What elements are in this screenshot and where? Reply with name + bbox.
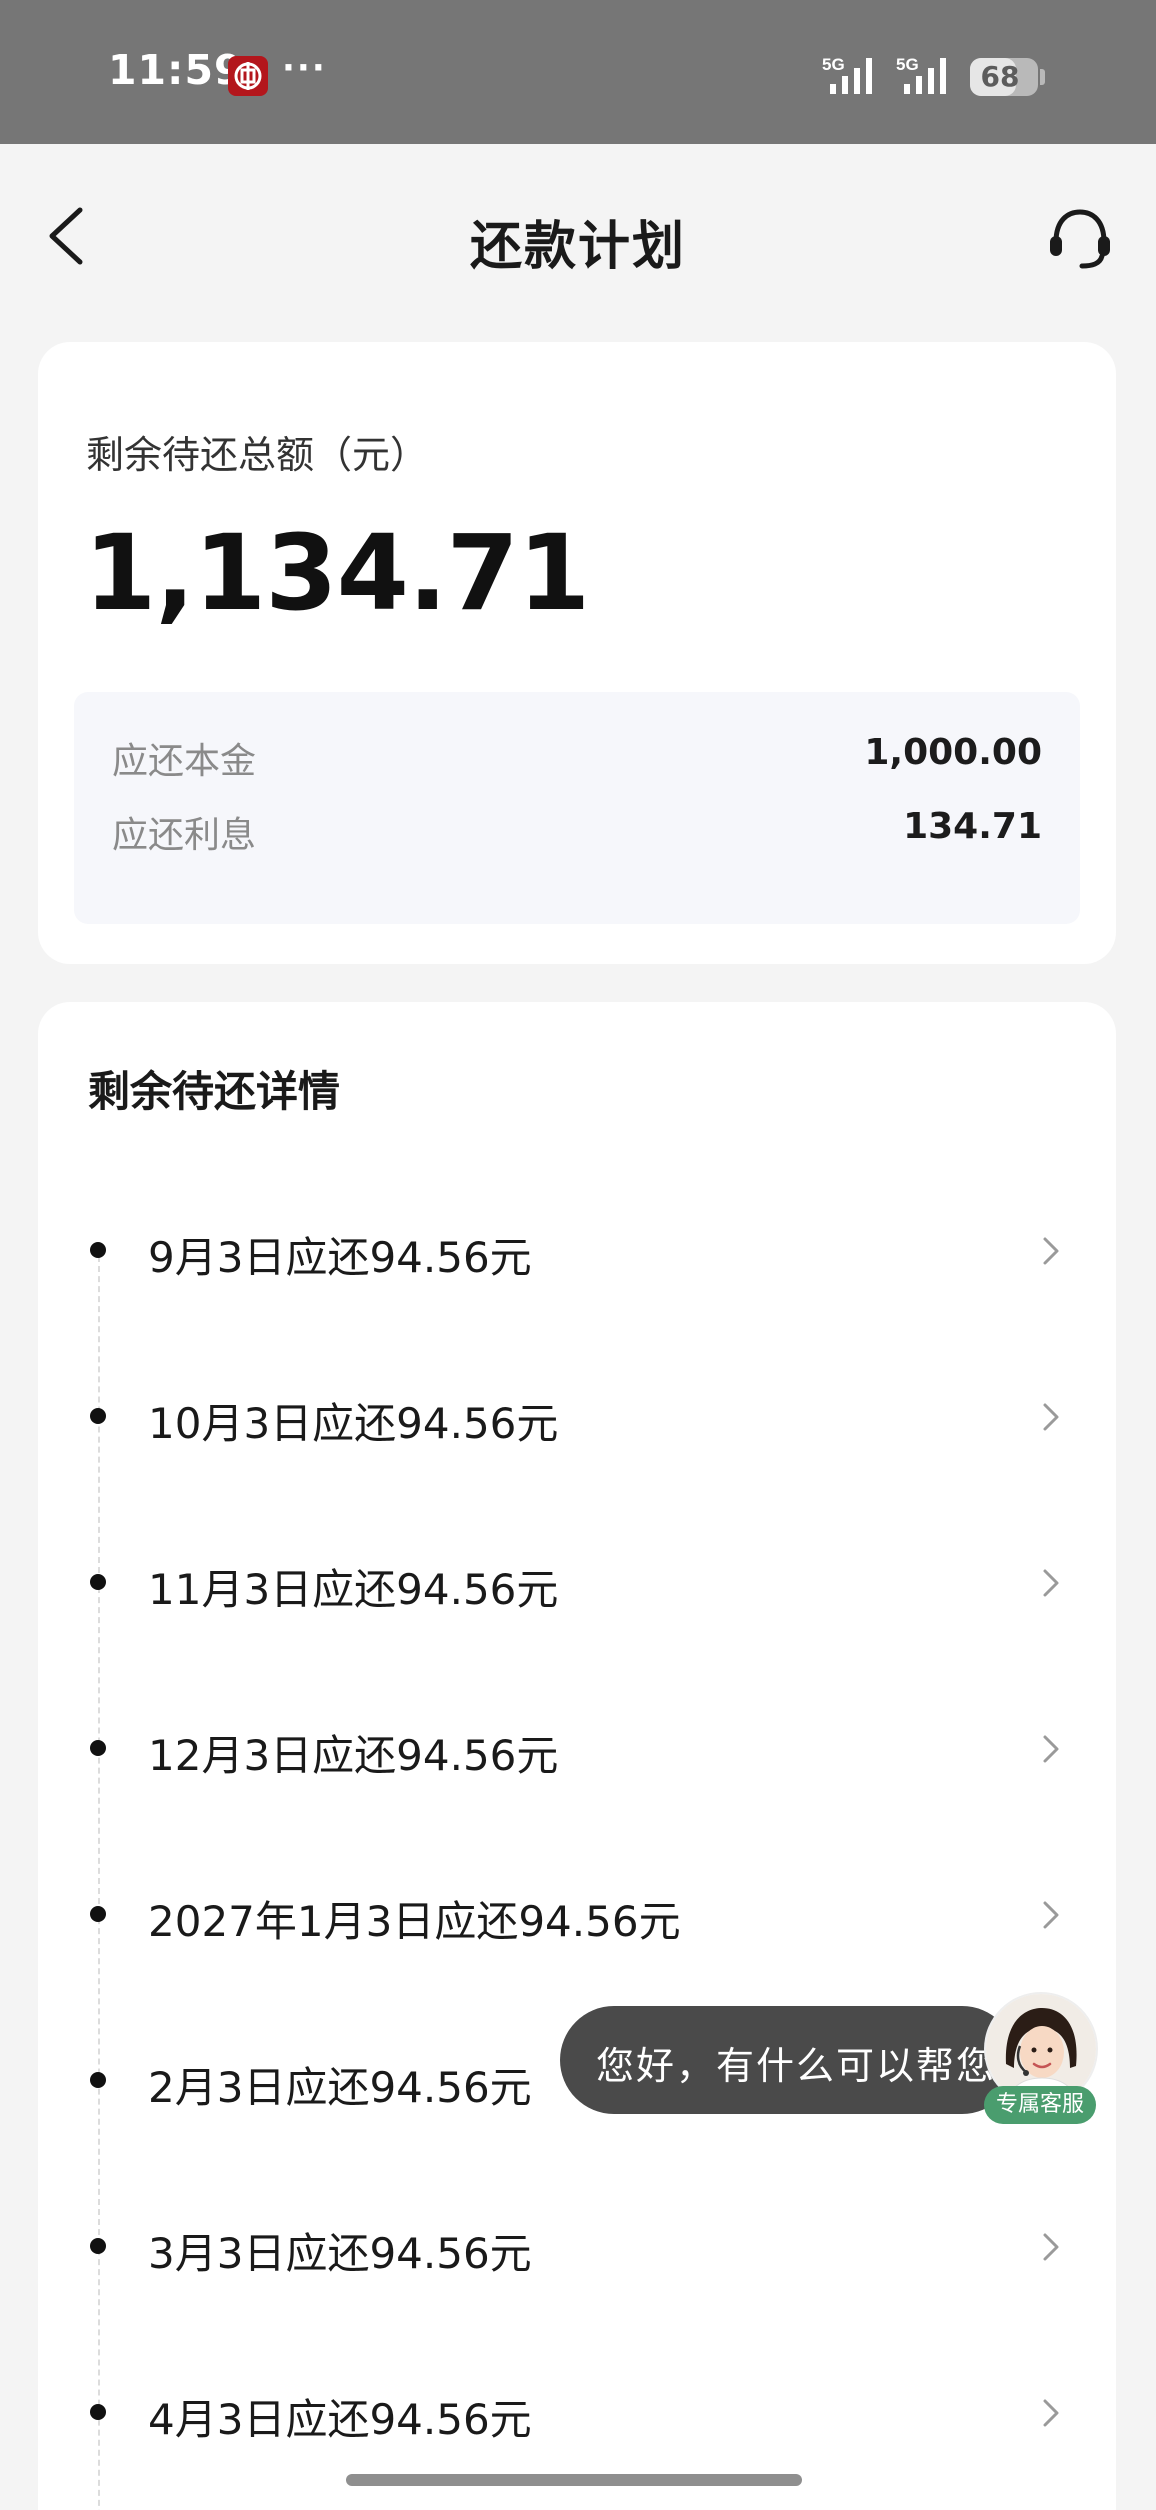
bank-app-icon	[228, 56, 268, 96]
chevron-right-icon	[1043, 2399, 1059, 2427]
repayment-summary-card: 剩余待还总额（元） 1,134.71 应还本金 1,000.00 应还利息 13…	[38, 342, 1116, 964]
chat-greeting-bubble[interactable]: 您好，有什么可以帮您	[560, 2006, 1016, 2114]
schedule-item-label: 2027年1月3日应还94.56元	[148, 1897, 681, 1946]
amount-breakdown: 应还本金 1,000.00 应还利息 134.71	[74, 692, 1080, 924]
timeline-dot	[90, 2072, 106, 2088]
network-type-label-2: 5G	[896, 55, 919, 74]
cellular-signal-icon: 5G	[820, 54, 892, 96]
schedule-item-label: 2月3日应还94.56元	[148, 2063, 532, 2112]
timeline-dot	[90, 2404, 106, 2420]
schedule-item[interactable]: 2027年1月3日应还94.56元	[38, 1854, 1116, 1974]
schedule-item[interactable]: 10月3日应还94.56元	[38, 1356, 1116, 1476]
schedule-item[interactable]: 9月3日应还94.56元	[38, 1190, 1116, 1310]
remaining-total-amount: 1,134.71	[84, 512, 590, 634]
headset-icon	[1050, 209, 1110, 269]
principal-row: 应还本金 1,000.00	[112, 732, 1042, 788]
exclusive-service-badge[interactable]: 专属客服	[984, 2086, 1096, 2124]
schedule-item-label: 12月3日应还94.56元	[148, 1731, 559, 1780]
chevron-right-icon	[1043, 1569, 1059, 1597]
schedule-item[interactable]: 3月3日应还94.56元	[38, 2186, 1116, 2306]
principal-label: 应还本金	[112, 741, 257, 782]
schedule-item-label: 10月3日应还94.56元	[148, 1399, 559, 1448]
battery-tip	[1040, 69, 1045, 85]
navigation-bar: 还款计划	[0, 144, 1156, 340]
timeline-dot	[90, 1242, 106, 1258]
principal-value: 1,000.00	[864, 732, 1042, 773]
status-bar: 11:59 ··· 5G 5G 68	[0, 0, 1156, 144]
page-title: 还款计划	[469, 217, 686, 277]
schedule-item-label: 3月3日应还94.56元	[148, 2229, 532, 2278]
timeline-dot	[90, 1408, 106, 1424]
schedule-item[interactable]: 11月3日应还94.56元	[38, 1522, 1116, 1642]
timeline-dot	[90, 1906, 106, 1922]
schedule-item[interactable]: 4月3日应还94.56元	[38, 2352, 1116, 2472]
interest-value: 134.71	[903, 806, 1042, 847]
details-title: 剩余待还详情	[88, 1067, 341, 1116]
schedule-item[interactable]: 12月3日应还94.56元	[38, 1688, 1116, 1808]
network-type-label: 5G	[822, 55, 845, 74]
chevron-right-icon	[1043, 1901, 1059, 1929]
battery-icon: 68	[970, 58, 1038, 96]
chevron-right-icon	[1043, 1403, 1059, 1431]
interest-label: 应还利息	[112, 815, 257, 856]
schedule-item-label: 11月3日应还94.56元	[148, 1565, 559, 1614]
chat-greeting-text: 您好，有什么可以帮您	[596, 2044, 997, 2088]
home-indicator[interactable]	[346, 2474, 802, 2486]
timeline-dot	[90, 1740, 106, 1756]
schedule-item-label: 9月3日应还94.56元	[148, 1233, 532, 1282]
interest-row: 应还利息 134.71	[112, 806, 1042, 862]
more-notifications-icon: ···	[282, 48, 327, 88]
cellular-signal-icon-2: 5G	[894, 54, 966, 96]
status-time: 11:59	[108, 46, 244, 94]
timeline-dot	[90, 1574, 106, 1590]
battery-percent: 68	[980, 60, 1020, 93]
chevron-right-icon	[1043, 2233, 1059, 2261]
timeline-dot	[90, 2238, 106, 2254]
chevron-right-icon	[1043, 1237, 1059, 1265]
repayment-details-card: 剩余待还详情 9月3日应还94.56元 10月3日应还94.56元 11月3日应…	[38, 1002, 1116, 2510]
customer-service-button[interactable]	[1046, 206, 1114, 270]
remaining-total-label: 剩余待还总额（元）	[86, 433, 429, 477]
schedule-item-label: 4月3日应还94.56元	[148, 2395, 532, 2444]
chevron-right-icon	[1043, 1735, 1059, 1763]
